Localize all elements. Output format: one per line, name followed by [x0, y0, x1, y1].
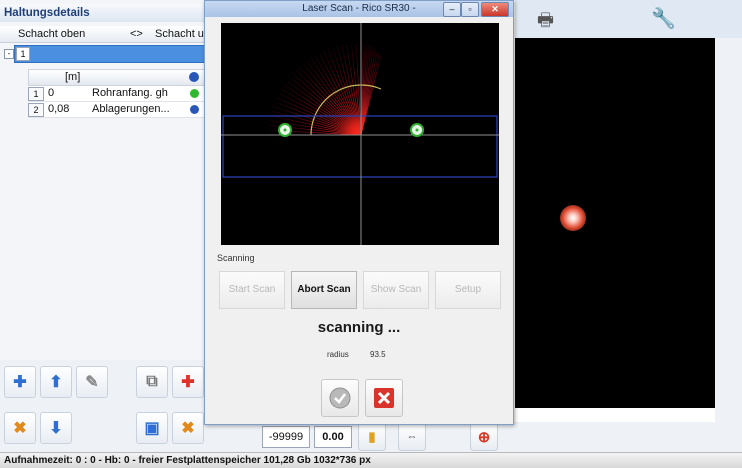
scan-ray	[295, 69, 362, 136]
laser-spot	[560, 205, 586, 231]
target-icon[interactable]: ⊕	[470, 423, 498, 451]
scan-display[interactable]	[221, 23, 499, 245]
row-number: 1	[16, 47, 30, 61]
details-panel: Haltungsdetails Schacht oben <> Schacht …	[0, 0, 205, 452]
scan-fan	[269, 43, 382, 136]
row-number: 2	[28, 103, 44, 117]
show-scan-button[interactable]: Show Scan	[363, 271, 429, 309]
row-description: Ablagerungen...	[92, 103, 170, 115]
sub-table-header: [m]	[28, 69, 205, 86]
start-scan-button[interactable]: Start Scan	[219, 271, 285, 309]
value-field-a[interactable]: -99999	[262, 426, 310, 448]
collapse-toggle[interactable]: -	[4, 49, 14, 59]
scan-canvas	[221, 23, 499, 245]
scanning-label: Scanning	[217, 253, 255, 263]
right-sidebar	[715, 38, 742, 452]
column-lower-shaft[interactable]: Schacht u	[155, 28, 204, 40]
laser-scan-dialog: Laser Scan - Rico SR30 - – ▫ ✕ Scanning	[204, 0, 514, 425]
edit-icon[interactable]: ✎	[76, 366, 108, 398]
check-icon	[329, 387, 351, 409]
unit-column-label: [m]	[65, 71, 81, 83]
photo-icon[interactable]: ▣	[136, 412, 168, 444]
delete-folder-icon[interactable]: ✖	[172, 412, 204, 444]
status-bar: Aufnahmezeit: 0 : 0 - Hb: 0 - freier Fes…	[0, 452, 742, 468]
link-icon	[189, 72, 199, 82]
confirm-button[interactable]	[321, 379, 359, 417]
measure-icon[interactable]: ⇔	[398, 423, 426, 451]
close-icon	[374, 388, 394, 408]
delete-doc-icon[interactable]: ✖	[4, 412, 36, 444]
minimize-icon[interactable]: –	[443, 2, 461, 17]
link-icon	[190, 105, 199, 114]
column-header: Schacht oben <> Schacht u	[0, 26, 205, 43]
table-row[interactable]: 1 0 Rohranfang. gh	[28, 86, 205, 102]
column-upper-shaft[interactable]: Schacht oben	[18, 28, 85, 40]
table-row[interactable]: 2 0,08 Ablagerungen...	[28, 102, 205, 118]
arrow-up-icon[interactable]: ⬆	[40, 366, 72, 398]
row-value: 0	[48, 87, 55, 99]
status-text: 0 : 0 - Hb: 0 - freier Festplattenspeich…	[75, 455, 371, 466]
table-row-selected[interactable]	[14, 45, 205, 63]
marker-right-center	[415, 128, 419, 132]
abort-scan-button[interactable]: Abort Scan	[291, 271, 357, 309]
camera-view[interactable]	[515, 38, 715, 408]
copy-icon[interactable]: ⧉	[136, 366, 168, 398]
add-red-icon[interactable]: ✚	[172, 366, 204, 398]
wrench-icon[interactable]: 🔧	[651, 6, 676, 31]
column-direction[interactable]: <>	[130, 28, 143, 40]
radius-label: radius	[327, 350, 349, 359]
cancel-button[interactable]	[365, 379, 403, 417]
top-toolbar: 🖶 🔧	[515, 0, 742, 38]
battery-icon[interactable]: ▮	[358, 423, 386, 451]
printer-icon[interactable]: 🖶	[537, 8, 554, 38]
status-label: Aufnahmezeit:	[4, 455, 73, 466]
row-number: 1	[28, 87, 44, 101]
marker-left-center	[283, 128, 287, 132]
setup-button[interactable]: Setup	[435, 271, 501, 309]
add-icon[interactable]: ✚	[4, 366, 36, 398]
maximize-icon[interactable]: ▫	[461, 2, 479, 17]
panel-title: Haltungsdetails	[0, 4, 205, 22]
left-toolbar: ✚ ⬆ ✎ ⧉ ✚ ✖ ⬇ ▣ ✖	[0, 360, 205, 452]
status-dot-icon	[190, 89, 199, 98]
arrow-down-icon[interactable]: ⬇	[40, 412, 72, 444]
window-close-icon[interactable]: ✕	[481, 2, 509, 17]
value-field-b[interactable]: 0.00	[314, 426, 352, 448]
scan-status: scanning ...	[317, 319, 401, 336]
row-description: Rohranfang. gh	[92, 87, 168, 99]
row-value: 0,08	[48, 103, 70, 115]
radius-value: 93.5	[370, 350, 386, 359]
